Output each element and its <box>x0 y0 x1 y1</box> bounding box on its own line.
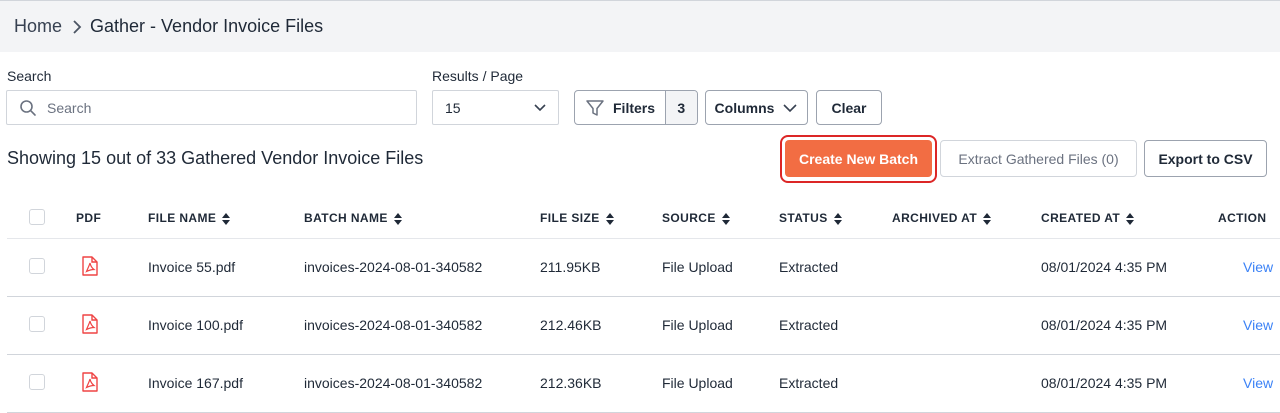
filters-count-badge: 3 <box>664 91 697 124</box>
search-icon <box>19 99 37 117</box>
page-title: Gather - Vendor Invoice Files <box>90 16 324 36</box>
batch-name-cell: invoices-2024-08-01-340582 <box>304 296 540 355</box>
file-size-cell: 212.36KB <box>540 354 662 413</box>
created-at-cell: 08/01/2024 4:35 PM <box>1041 354 1218 413</box>
sort-icon <box>721 213 730 226</box>
table-row: Invoice 55.pdf invoices-2024-08-01-34058… <box>7 238 1280 297</box>
status-cell: Extracted <box>779 354 892 413</box>
view-link[interactable]: View <box>1243 317 1273 333</box>
table-row: Invoice 100.pdf invoices-2024-08-01-3405… <box>7 296 1280 355</box>
source-cell: File Upload <box>662 296 779 355</box>
header-source[interactable]: SOURCE <box>662 199 779 239</box>
filters-button-main[interactable]: Filters <box>575 91 665 124</box>
clear-button[interactable]: Clear <box>816 90 882 125</box>
sort-icon <box>833 213 842 226</box>
export-csv-button[interactable]: Export to CSV <box>1144 140 1267 177</box>
filter-icon <box>585 98 605 118</box>
results-per-page-select[interactable]: 15 <box>432 90 559 125</box>
sort-icon <box>1126 213 1135 226</box>
chevron-down-icon <box>534 103 546 112</box>
file-size-cell: 211.95KB <box>540 238 662 297</box>
filters-label: Filters <box>613 99 656 116</box>
row-checkbox[interactable] <box>29 373 45 390</box>
table-header-row: PDF FILE NAME BATCH NAME FILE SIZE SOURC… <box>7 199 1280 239</box>
file-size-cell: 212.46KB <box>540 296 662 355</box>
results-per-page-value: 15 <box>445 99 461 116</box>
source-cell: File Upload <box>662 354 779 413</box>
filters-button[interactable]: Filters 3 <box>574 90 698 125</box>
chevron-down-icon <box>782 100 798 116</box>
batch-name-cell: invoices-2024-08-01-340582 <box>304 354 540 413</box>
columns-label: Columns <box>714 99 775 116</box>
source-cell: File Upload <box>662 238 779 297</box>
created-at-cell: 08/01/2024 4:35 PM <box>1041 296 1218 355</box>
view-link[interactable]: View <box>1243 259 1273 275</box>
header-archived-at[interactable]: ARCHIVED AT <box>892 199 1041 239</box>
file-name-cell: Invoice 167.pdf <box>148 354 304 413</box>
search-field[interactable] <box>6 90 417 125</box>
status-cell: Extracted <box>779 296 892 355</box>
created-at-cell: 08/01/2024 4:35 PM <box>1041 238 1218 297</box>
table-row: Invoice 167.pdf invoices-2024-08-01-3405… <box>7 354 1280 413</box>
row-checkbox[interactable] <box>29 257 45 274</box>
sort-icon <box>605 213 614 226</box>
row-checkbox[interactable] <box>29 315 45 332</box>
search-label: Search <box>7 68 52 84</box>
breadcrumb-home-link[interactable]: Home <box>14 16 62 37</box>
header-created-at[interactable]: CREATED AT <box>1041 199 1218 239</box>
files-table: PDF FILE NAME BATCH NAME FILE SIZE SOURC… <box>7 199 1280 413</box>
columns-button[interactable]: Columns <box>705 90 808 125</box>
sort-icon <box>222 213 231 226</box>
results-per-page-label: Results / Page <box>432 68 524 84</box>
file-name-cell: Invoice 100.pdf <box>148 296 304 355</box>
status-cell: Extracted <box>779 238 892 297</box>
archived-at-cell <box>892 296 1041 355</box>
header-action: ACTION <box>1218 199 1280 239</box>
sort-icon <box>983 213 992 226</box>
pdf-file-icon[interactable] <box>82 371 98 392</box>
archived-at-cell <box>892 354 1041 413</box>
select-all-checkbox[interactable] <box>29 208 45 225</box>
header-file-name[interactable]: FILE NAME <box>148 199 304 239</box>
pdf-file-icon[interactable] <box>82 255 98 276</box>
search-input[interactable] <box>47 99 387 116</box>
create-new-batch-button[interactable]: Create New Batch <box>785 140 932 177</box>
header-file-size[interactable]: FILE SIZE <box>540 199 662 239</box>
archived-at-cell <box>892 238 1041 297</box>
pdf-file-icon[interactable] <box>82 313 98 334</box>
header-batch-name[interactable]: BATCH NAME <box>304 199 540 239</box>
header-status[interactable]: STATUS <box>779 199 892 239</box>
batch-name-cell: invoices-2024-08-01-340582 <box>304 238 540 297</box>
header-pdf: PDF <box>68 199 148 239</box>
chevron-right-icon <box>72 19 82 34</box>
file-name-cell: Invoice 55.pdf <box>148 238 304 297</box>
sort-icon <box>393 213 402 226</box>
breadcrumb: Home Gather - Vendor Invoice Files <box>0 0 1280 52</box>
extract-gathered-files-button[interactable]: Extract Gathered Files (0) <box>940 140 1137 177</box>
results-summary: Showing 15 out of 33 Gathered Vendor Inv… <box>7 148 424 168</box>
view-link[interactable]: View <box>1243 375 1273 391</box>
